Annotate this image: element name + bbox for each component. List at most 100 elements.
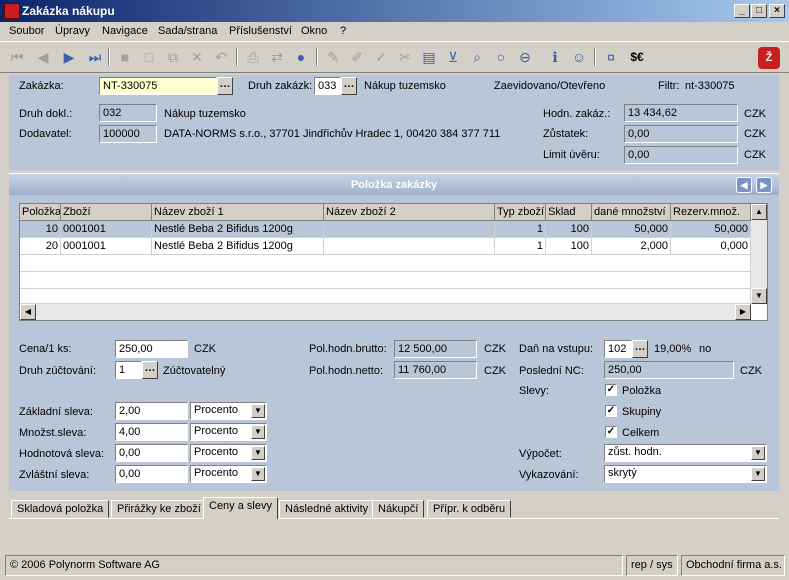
- table-row[interactable]: 2,000: [592, 238, 671, 255]
- first-record-icon[interactable]: ⏮: [6, 46, 28, 68]
- table-row[interactable]: Nestlé Beba 2 Bifidus 1200g: [152, 221, 324, 238]
- column-header[interactable]: Název zboží 2: [324, 204, 495, 221]
- table-row[interactable]: 100: [546, 238, 592, 255]
- zoom-out-icon[interactable]: ⊖: [514, 46, 536, 68]
- user-info-icon[interactable]: ☺: [568, 46, 590, 68]
- table-row[interactable]: 0001001: [61, 238, 152, 255]
- scroll-up-icon[interactable]: ▲: [751, 204, 767, 220]
- prev-section-icon[interactable]: ◀: [736, 177, 752, 193]
- menu-help[interactable]: ?: [340, 25, 346, 37]
- table-row[interactable]: 1: [495, 221, 546, 238]
- column-header[interactable]: Název zboží 1: [152, 204, 324, 221]
- pen-icon[interactable]: ✐: [346, 46, 368, 68]
- mnozst-sleva-type-select[interactable]: Procento ▼: [190, 423, 267, 441]
- save-icon[interactable]: ■: [114, 46, 136, 68]
- scroll-right-icon[interactable]: ▶: [735, 304, 751, 320]
- last-record-icon[interactable]: ⏭: [84, 46, 106, 68]
- next-section-icon[interactable]: ▶: [756, 177, 772, 193]
- druh-zuctovani-lookup-button[interactable]: …: [142, 361, 158, 379]
- druh-zuctovani-input[interactable]: 1: [115, 361, 142, 379]
- table-row[interactable]: 10: [20, 221, 61, 238]
- new-icon[interactable]: □: [138, 46, 160, 68]
- cena-input[interactable]: 250,00: [115, 340, 188, 358]
- hodnotova-sleva-input[interactable]: 0,00: [115, 444, 188, 462]
- mnozst-sleva-input[interactable]: 4,00: [115, 423, 188, 441]
- polozka-checkbox[interactable]: ✓: [605, 384, 617, 396]
- vykazovani-select[interactable]: skrytý ▼: [604, 465, 767, 483]
- tab-nakupci[interactable]: Nákupčí: [372, 500, 425, 518]
- chevron-down-icon[interactable]: ▼: [251, 467, 265, 481]
- column-header[interactable]: Rezerv.množ.: [671, 204, 751, 221]
- tab-nasledne-aktivity[interactable]: Následné aktivity: [279, 500, 375, 518]
- check-icon[interactable]: ✓: [370, 46, 392, 68]
- skupiny-checkbox[interactable]: ✓: [605, 405, 617, 417]
- tab-skladova-polozka[interactable]: Skladová položka: [11, 500, 110, 518]
- copy-icon[interactable]: ⧉: [162, 46, 184, 68]
- table-row[interactable]: 0001001: [61, 221, 152, 238]
- table-row[interactable]: [324, 221, 495, 238]
- zakladni-sleva-type-select[interactable]: Procento ▼: [190, 402, 267, 420]
- zakazka-input[interactable]: NT-330075: [99, 77, 217, 95]
- filter-icon[interactable]: ⊻: [442, 46, 464, 68]
- close-button[interactable]: ×: [769, 4, 785, 18]
- table-row[interactable]: Nestlé Beba 2 Bifidus 1200g: [152, 238, 324, 255]
- chevron-down-icon[interactable]: ▼: [251, 404, 265, 418]
- minimize-button[interactable]: _: [734, 4, 750, 18]
- delete-icon[interactable]: ✕: [186, 46, 208, 68]
- search-icon[interactable]: ⌕: [466, 46, 488, 68]
- zvlastni-sleva-input[interactable]: 0,00: [115, 465, 188, 483]
- table-row[interactable]: [324, 238, 495, 255]
- tab-prirazky[interactable]: Přirážky ke zboží: [111, 500, 207, 518]
- table-row[interactable]: 20: [20, 238, 61, 255]
- scroll-down-icon[interactable]: ▼: [751, 288, 767, 304]
- edit-icon[interactable]: ✎: [322, 46, 344, 68]
- menu-navigace[interactable]: Navigace: [102, 25, 148, 37]
- zakladni-sleva-input[interactable]: 2,00: [115, 402, 188, 420]
- menu-okno[interactable]: Okno: [301, 25, 327, 37]
- table-row[interactable]: 0,000: [671, 238, 751, 255]
- print-icon[interactable]: ⎙: [242, 46, 264, 68]
- chevron-down-icon[interactable]: ▼: [251, 425, 265, 439]
- horizontal-scrollbar[interactable]: ◀ ▶: [20, 304, 751, 320]
- table-row[interactable]: 50,000: [671, 221, 751, 238]
- column-header[interactable]: dané množství: [592, 204, 671, 221]
- undo-icon[interactable]: ↶: [210, 46, 232, 68]
- menu-soubor[interactable]: Soubor: [9, 25, 44, 37]
- tools-icon[interactable]: ✂: [394, 46, 416, 68]
- table-row[interactable]: 100: [546, 221, 592, 238]
- coins-icon[interactable]: ¤: [600, 46, 622, 68]
- prev-record-icon[interactable]: ◀: [32, 46, 54, 68]
- menu-upravy[interactable]: Úpravy: [55, 25, 90, 37]
- druh-zakazk-lookup-button[interactable]: …: [341, 77, 357, 95]
- menu-prislusenstvi[interactable]: Příslušenství: [229, 25, 292, 37]
- info-icon[interactable]: ℹ: [544, 46, 566, 68]
- celkem-checkbox[interactable]: ✓: [605, 426, 617, 438]
- column-header[interactable]: Sklad: [546, 204, 592, 221]
- dan-lookup-button[interactable]: …: [632, 340, 648, 358]
- column-header[interactable]: Položka: [20, 204, 61, 221]
- column-header[interactable]: Typ zboží: [495, 204, 546, 221]
- next-record-icon[interactable]: ▶: [58, 46, 80, 68]
- column-header[interactable]: Zboží: [61, 204, 152, 221]
- chevron-down-icon[interactable]: ▼: [751, 467, 765, 481]
- currency-icon[interactable]: $€: [624, 46, 650, 68]
- dan-input[interactable]: 102: [604, 340, 632, 358]
- globe-icon[interactable]: ●: [290, 46, 312, 68]
- table-row[interactable]: 50,000: [592, 221, 671, 238]
- table-row[interactable]: 1: [495, 238, 546, 255]
- document-icon[interactable]: ▤: [418, 46, 440, 68]
- chevron-down-icon[interactable]: ▼: [751, 446, 765, 460]
- menu-sada-strana[interactable]: Sada/strana: [158, 25, 217, 37]
- vypocet-select[interactable]: zůst. hodn. ▼: [604, 444, 767, 462]
- druh-zakazk-input[interactable]: 033: [314, 77, 341, 95]
- tab-pripr-k-odberu[interactable]: Přípr. k odběru: [427, 500, 512, 518]
- maximize-button[interactable]: □: [751, 4, 767, 18]
- zvlastni-sleva-type-select[interactable]: Procento ▼: [190, 465, 267, 483]
- tab-ceny-a-slevy[interactable]: Ceny a slevy: [203, 497, 278, 519]
- chevron-down-icon[interactable]: ▼: [251, 446, 265, 460]
- export-icon[interactable]: ⇄: [266, 46, 288, 68]
- zakazka-lookup-button[interactable]: …: [217, 77, 233, 95]
- hodnotova-sleva-type-select[interactable]: Procento ▼: [190, 444, 267, 462]
- zoom-icon[interactable]: ○: [490, 46, 512, 68]
- scroll-left-icon[interactable]: ◀: [20, 304, 36, 320]
